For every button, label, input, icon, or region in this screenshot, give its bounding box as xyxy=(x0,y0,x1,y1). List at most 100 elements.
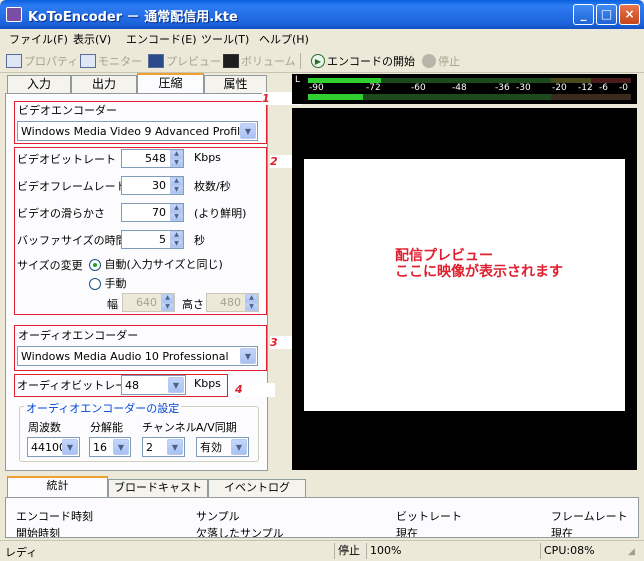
meter-bar-level xyxy=(308,94,363,100)
audio-encoder-label: オーディオエンコーダー xyxy=(16,327,141,343)
close-icon: × xyxy=(624,7,635,21)
start-encode-button[interactable]: ▶ エンコードの開始 xyxy=(311,51,415,71)
statistics-panel: エンコード時刻 サンプル ビットレート フレームレート 開始時刻 欠落したサンプ… xyxy=(5,497,639,538)
status-zoom: 100% xyxy=(366,543,536,559)
video-smoothness-label: ビデオの滑らかさ xyxy=(17,207,105,220)
stat-bitrate: ビットレート xyxy=(396,510,462,523)
chevron-down-icon[interactable]: ▼ xyxy=(231,439,247,455)
video-smoothness-stepper[interactable]: 70 ▲ ▼ xyxy=(121,203,184,222)
audio-encoder-select[interactable]: Windows Media Audio 10 Professional ▼ xyxy=(17,346,258,366)
stepper-arrows-icon[interactable]: ▲ ▼ xyxy=(170,150,183,167)
audio-bitrate-select[interactable]: 48 ▼ xyxy=(121,375,186,395)
frequency-select[interactable]: 44100 ▼ xyxy=(27,437,80,457)
chevron-down-icon[interactable]: ▼ xyxy=(167,439,183,455)
buffer-size-unit: 秒 xyxy=(194,234,205,247)
radio-unchecked-icon[interactable] xyxy=(89,278,101,290)
width-stepper[interactable]: 640 ▲ ▼ xyxy=(122,293,175,312)
meter-tick: -6 xyxy=(599,83,608,93)
preview-button[interactable]: プレビュー xyxy=(148,51,221,71)
video-encoder-select[interactable]: Windows Media Video 9 Advanced Profile ▼ xyxy=(17,121,258,141)
window-title: KoToEncoder － 通常配信用.kte xyxy=(28,10,238,25)
preview-placeholder: 配信プレビュー ここに映像が表示されます xyxy=(395,248,563,280)
channel-select[interactable]: 2 ▼ xyxy=(142,437,185,457)
video-framerate-unit: 枚数/秒 xyxy=(194,180,231,193)
menu-bar: ファイル(F) 表示(V) エンコード(E) ツール(T) ヘルプ(H) xyxy=(0,29,644,49)
maximize-icon: □ xyxy=(600,7,613,21)
menu-file[interactable]: ファイル(F) xyxy=(9,31,68,47)
chevron-down-icon[interactable]: ▼ xyxy=(113,439,129,455)
meter-tick: -60 xyxy=(411,83,426,93)
meter-tick: -20 xyxy=(552,83,567,93)
height-stepper[interactable]: 480 ▲ ▼ xyxy=(206,293,259,312)
meter-channel-label: L xyxy=(295,75,301,85)
tab-attribute[interactable]: 属性 xyxy=(204,75,267,94)
width-label: 幅 xyxy=(107,298,118,311)
chevron-down-icon[interactable]: ▼ xyxy=(240,123,256,139)
meter-scale: -90 -72 -60 -48 -36 -30 -20 -12 -6 -0 xyxy=(306,83,636,94)
video-framerate-stepper[interactable]: 30 ▲ ▼ xyxy=(121,176,184,195)
stepper-arrows-icon[interactable]: ▲ ▼ xyxy=(245,294,258,311)
chevron-down-icon[interactable]: ▼ xyxy=(168,377,184,393)
video-bitrate-stepper[interactable]: 548 ▲ ▼ xyxy=(121,149,184,168)
menu-tools[interactable]: ツール(T) xyxy=(201,31,249,47)
tab-input[interactable]: 入力 xyxy=(7,75,71,94)
stepper-arrows-icon[interactable]: ▲ ▼ xyxy=(170,204,183,221)
tab-event-log[interactable]: イベントログ xyxy=(208,479,306,497)
menu-view[interactable]: 表示(V) xyxy=(73,31,111,47)
video-bitrate-unit: Kbps xyxy=(194,151,221,164)
minimize-button[interactable]: _ xyxy=(573,4,594,25)
stepper-arrows-icon[interactable]: ▲ ▼ xyxy=(170,231,183,248)
size-auto-radio[interactable]: 自動(入力サイズと同じ) xyxy=(89,256,223,272)
resolution-select[interactable]: 16 ▼ xyxy=(89,437,131,457)
meter-tick: -12 xyxy=(578,83,593,93)
tab-compress[interactable]: 圧縮 xyxy=(137,73,204,94)
resize-grip-icon[interactable]: ◢ xyxy=(628,547,635,557)
maximize-button[interactable]: □ xyxy=(596,4,617,25)
stat-start-time: 開始時刻 xyxy=(16,527,60,538)
tab-statistics[interactable]: 統計 xyxy=(7,476,108,497)
meter-bar-track-2 xyxy=(363,94,551,100)
monitor-button[interactable]: モニター xyxy=(80,51,142,71)
meter-tick: -72 xyxy=(366,83,381,93)
stop-button[interactable]: 停止 xyxy=(422,51,460,71)
video-smoothness-unit: (より鮮明) xyxy=(194,207,247,220)
size-manual-radio[interactable]: 手動 xyxy=(89,275,127,291)
menu-help[interactable]: ヘルプ(H) xyxy=(259,31,309,47)
preview-screen xyxy=(304,159,625,411)
chevron-down-icon[interactable]: ▼ xyxy=(62,439,78,455)
tab-output[interactable]: 出力 xyxy=(71,75,137,94)
av-sync-select[interactable]: 有効 ▼ xyxy=(196,437,249,457)
close-button[interactable]: × xyxy=(619,4,640,25)
meter-tick: -30 xyxy=(516,83,531,93)
meter-tick: -36 xyxy=(495,83,510,93)
audio-bitrate-unit: Kbps xyxy=(194,377,221,390)
status-cpu: CPU:08% xyxy=(540,543,625,559)
av-sync-header: A/V同期 xyxy=(196,421,237,434)
meter-bar-track-3 xyxy=(551,94,631,100)
stepper-arrows-icon[interactable]: ▲ ▼ xyxy=(170,177,183,194)
property-icon xyxy=(6,54,22,68)
app-window: KoToEncoder － 通常配信用.kte _ □ × ファイル(F) 表示… xyxy=(0,0,644,561)
stop-icon xyxy=(422,54,436,68)
stat-encode-time: エンコード時刻 xyxy=(16,510,93,523)
title-bar[interactable]: KoToEncoder － 通常配信用.kte _ □ × xyxy=(0,0,644,29)
status-bar: レディ 停止 100% CPU:08% ◢ xyxy=(0,540,644,561)
radio-checked-icon[interactable] xyxy=(89,259,101,271)
meter-tick: -0 xyxy=(619,83,628,93)
property-button[interactable]: プロパティ xyxy=(6,51,78,71)
chevron-down-icon[interactable]: ▼ xyxy=(240,348,256,364)
tab-broadcast[interactable]: ブロードキャスト xyxy=(108,479,208,497)
menu-encode[interactable]: エンコード(E) xyxy=(126,31,197,47)
toolbar: プロパティ モニター プレビュー ボリューム ▶ エンコードの開始 停止 xyxy=(0,49,644,73)
channel-header: チャンネル xyxy=(142,421,197,434)
volume-button[interactable]: ボリューム xyxy=(223,51,296,71)
stat-framerate-current: 現在 xyxy=(551,527,573,538)
audio-settings-title: オーディオエンコーダーの設定 xyxy=(24,400,182,416)
buffer-size-stepper[interactable]: 5 ▲ ▼ xyxy=(121,230,184,249)
stat-bitrate-current: 現在 xyxy=(396,527,418,538)
stepper-arrows-icon[interactable]: ▲ ▼ xyxy=(161,294,174,311)
play-icon: ▶ xyxy=(311,54,325,68)
preview-icon xyxy=(148,54,164,68)
meter-tick: -90 xyxy=(309,83,324,93)
frequency-header: 周波数 xyxy=(28,421,61,434)
